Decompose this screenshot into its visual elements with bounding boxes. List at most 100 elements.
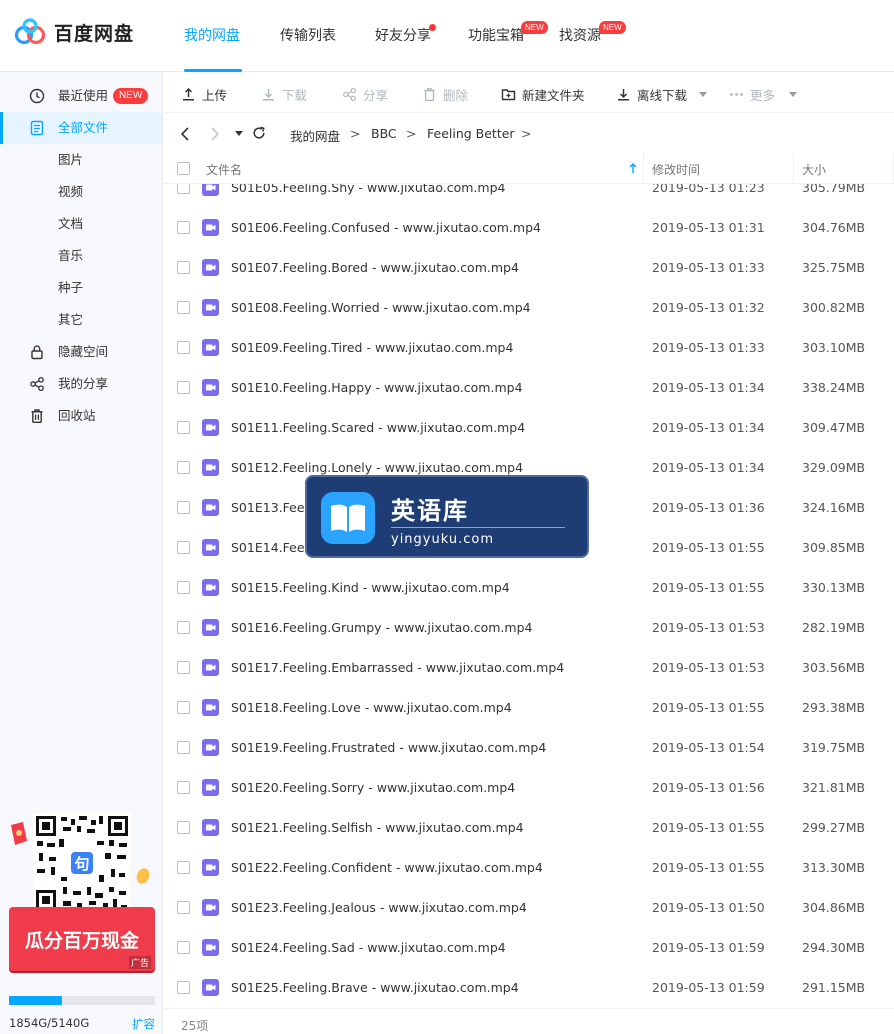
breadcrumb-item[interactable]: 我的网盘 xyxy=(290,126,340,145)
tab-friend-share[interactable]: 好友分享 xyxy=(375,25,431,45)
row-checkbox[interactable] xyxy=(177,861,190,874)
download-button[interactable]: 下载 xyxy=(261,85,307,104)
file-name[interactable]: S01E08.Feeling.Worried - www.jixutao.com… xyxy=(231,300,531,315)
sidebar-item-torrents[interactable]: 种子 xyxy=(0,272,162,304)
row-checkbox[interactable] xyxy=(177,341,190,354)
row-checkbox[interactable] xyxy=(177,821,190,834)
forward-arrow-icon[interactable] xyxy=(210,127,220,141)
file-name[interactable]: S01E19.Feeling.Frustrated - www.jixutao.… xyxy=(231,740,546,755)
table-row[interactable]: S01E06.Feeling.Confused - www.jixutao.co… xyxy=(164,208,894,248)
sidebar-item-hidden-space[interactable]: 隐藏空间 xyxy=(0,336,162,368)
logo[interactable]: 百度网盘 xyxy=(14,18,134,46)
column-divider[interactable] xyxy=(643,153,644,184)
table-row[interactable]: S01E16.Feeling.Grumpy - www.jixutao.com.… xyxy=(164,608,894,648)
table-row[interactable]: S01E05.Feeling.Shy - www.jixutao.com.mp4… xyxy=(164,184,894,208)
breadcrumb-item[interactable]: BBC xyxy=(371,126,397,141)
tab-transfer-list[interactable]: 传输列表 xyxy=(280,25,336,45)
row-checkbox[interactable] xyxy=(177,421,190,434)
table-row[interactable]: S01E25.Feeling.Brave - www.jixutao.com.m… xyxy=(164,968,894,1008)
table-row[interactable]: S01E09.Feeling.Tired - www.jixutao.com.m… xyxy=(164,328,894,368)
more-button[interactable]: 更多 xyxy=(729,85,798,104)
offline-download-button[interactable]: 离线下载 xyxy=(616,85,708,104)
table-row[interactable]: S01E07.Feeling.Bored - www.jixutao.com.m… xyxy=(164,248,894,288)
row-checkbox[interactable] xyxy=(177,541,190,554)
table-row[interactable]: S01E10.Feeling.Happy - www.jixutao.com.m… xyxy=(164,368,894,408)
row-checkbox[interactable] xyxy=(177,981,190,994)
sidebar-item-other[interactable]: 其它 xyxy=(0,304,162,336)
file-name[interactable]: S01E25.Feeling.Brave - www.jixutao.com.m… xyxy=(231,980,519,995)
back-arrow-icon[interactable] xyxy=(180,127,190,141)
share-button[interactable]: 分享 xyxy=(342,85,388,104)
file-name[interactable]: S01E05.Feeling.Shy - www.jixutao.com.mp4 xyxy=(231,184,505,195)
row-checkbox[interactable] xyxy=(177,701,190,714)
file-name[interactable]: S01E11.Feeling.Scared - www.jixutao.com.… xyxy=(231,420,525,435)
table-row[interactable]: S01E22.Feeling.Confident - www.jixutao.c… xyxy=(164,848,894,888)
file-list[interactable]: S01E05.Feeling.Shy - www.jixutao.com.mp4… xyxy=(164,184,894,1008)
row-checkbox[interactable] xyxy=(177,901,190,914)
sidebar-item-music[interactable]: 音乐 xyxy=(0,240,162,272)
table-row[interactable]: S01E08.Feeling.Worried - www.jixutao.com… xyxy=(164,288,894,328)
sidebar-item-recent[interactable]: 最近使用 NEW xyxy=(0,80,162,112)
file-name[interactable]: S01E09.Feeling.Tired - www.jixutao.com.m… xyxy=(231,340,513,355)
table-row[interactable]: S01E15.Feeling.Kind - www.jixutao.com.mp… xyxy=(164,568,894,608)
refresh-icon[interactable] xyxy=(252,126,266,140)
row-checkbox[interactable] xyxy=(177,221,190,234)
file-name[interactable]: S01E17.Feeling.Embarrassed - www.jixutao… xyxy=(231,660,564,675)
file-name[interactable]: S01E21.Feeling.Selfish - www.jixutao.com… xyxy=(231,820,524,835)
file-name[interactable]: S01E07.Feeling.Bored - www.jixutao.com.m… xyxy=(231,260,519,275)
file-name[interactable]: S01E12.Feeling.Lonely - www.jixutao.com.… xyxy=(231,460,523,475)
file-name[interactable]: S01E14.Feeli xyxy=(231,540,311,555)
row-checkbox[interactable] xyxy=(177,461,190,474)
row-checkbox[interactable] xyxy=(177,781,190,794)
caret-down-icon[interactable] xyxy=(789,91,798,98)
table-row[interactable]: S01E19.Feeling.Frustrated - www.jixutao.… xyxy=(164,728,894,768)
file-name[interactable]: S01E16.Feeling.Grumpy - www.jixutao.com.… xyxy=(231,620,532,635)
table-row[interactable]: S01E17.Feeling.Embarrassed - www.jixutao… xyxy=(164,648,894,688)
delete-button[interactable]: 删除 xyxy=(422,85,468,104)
file-name[interactable]: S01E13.Feeli xyxy=(231,500,311,515)
history-dropdown-icon[interactable] xyxy=(235,131,243,137)
sidebar-item-documents[interactable]: 文档 xyxy=(0,208,162,240)
table-row[interactable]: S01E18.Feeling.Love - www.jixutao.com.mp… xyxy=(164,688,894,728)
sidebar-item-recycle-bin[interactable]: 回收站 xyxy=(0,400,162,432)
row-checkbox[interactable] xyxy=(177,941,190,954)
expand-storage-link[interactable]: 扩容 xyxy=(132,1016,155,1032)
file-name[interactable]: S01E23.Feeling.Jealous - www.jixutao.com… xyxy=(231,900,527,915)
file-name[interactable]: S01E06.Feeling.Confused - www.jixutao.co… xyxy=(231,220,541,235)
column-header-name[interactable]: 文件名 xyxy=(206,161,242,178)
tab-toolbox[interactable]: 功能宝箱 xyxy=(468,25,524,45)
column-divider[interactable] xyxy=(793,153,794,184)
tab-my-netdisk[interactable]: 我的网盘 xyxy=(184,25,240,45)
sidebar-item-images[interactable]: 图片 xyxy=(0,144,162,176)
upload-button[interactable]: 上传 xyxy=(181,85,227,104)
file-name[interactable]: S01E10.Feeling.Happy - www.jixutao.com.m… xyxy=(231,380,523,395)
row-checkbox[interactable] xyxy=(177,661,190,674)
file-name[interactable]: S01E22.Feeling.Confident - www.jixutao.c… xyxy=(231,860,543,875)
file-name[interactable]: S01E20.Feeling.Sorry - www.jixutao.com.m… xyxy=(231,780,515,795)
column-header-modified[interactable]: 修改时间 xyxy=(652,161,700,178)
tab-find-resources[interactable]: 找资源 xyxy=(559,25,601,45)
row-checkbox[interactable] xyxy=(177,301,190,314)
row-checkbox[interactable] xyxy=(177,184,190,194)
promo-ad-banner[interactable]: 句 瓜分百万现金 广告 xyxy=(9,813,155,973)
select-all-checkbox[interactable] xyxy=(177,162,190,175)
file-name[interactable]: S01E18.Feeling.Love - www.jixutao.com.mp… xyxy=(231,700,512,715)
row-checkbox[interactable] xyxy=(177,741,190,754)
sidebar-item-all-files[interactable]: 全部文件 xyxy=(0,112,162,144)
row-checkbox[interactable] xyxy=(177,261,190,274)
sidebar-item-my-shares[interactable]: 我的分享 xyxy=(0,368,162,400)
table-row[interactable]: S01E21.Feeling.Selfish - www.jixutao.com… xyxy=(164,808,894,848)
column-header-size[interactable]: 大小 xyxy=(802,161,826,178)
row-checkbox[interactable] xyxy=(177,381,190,394)
breadcrumb-item[interactable]: Feeling Better xyxy=(427,126,515,141)
table-row[interactable]: S01E20.Feeling.Sorry - www.jixutao.com.m… xyxy=(164,768,894,808)
sidebar-item-videos[interactable]: 视频 xyxy=(0,176,162,208)
caret-down-icon[interactable] xyxy=(699,91,708,98)
table-row[interactable]: S01E23.Feeling.Jealous - www.jixutao.com… xyxy=(164,888,894,928)
file-name[interactable]: S01E15.Feeling.Kind - www.jixutao.com.mp… xyxy=(231,580,510,595)
table-row[interactable]: S01E11.Feeling.Scared - www.jixutao.com.… xyxy=(164,408,894,448)
table-row[interactable]: S01E24.Feeling.Sad - www.jixutao.com.mp4… xyxy=(164,928,894,968)
new-folder-button[interactable]: 新建文件夹 xyxy=(501,85,585,104)
sort-ascending-icon[interactable] xyxy=(629,163,637,174)
file-name[interactable]: S01E24.Feeling.Sad - www.jixutao.com.mp4 xyxy=(231,940,506,955)
